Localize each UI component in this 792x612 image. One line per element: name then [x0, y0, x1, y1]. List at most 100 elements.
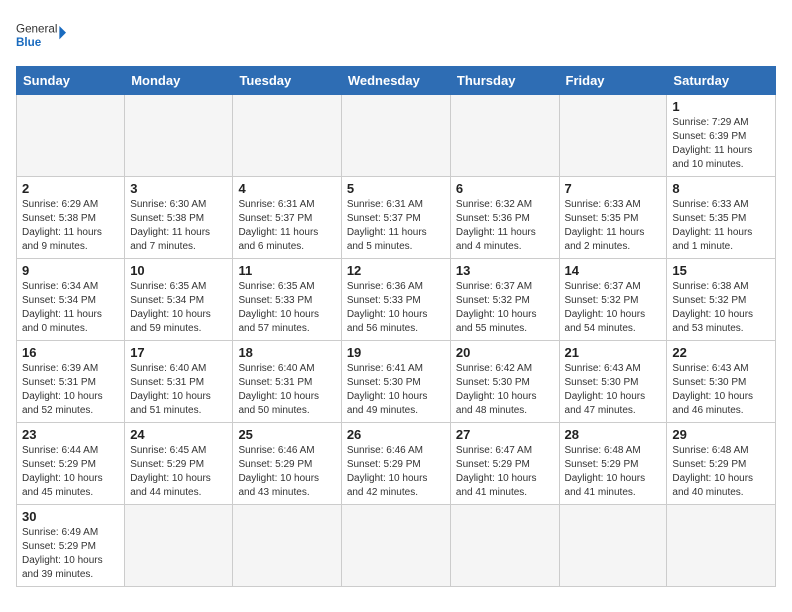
day-info: Sunrise: 6:40 AM Sunset: 5:31 PM Dayligh… — [130, 362, 227, 418]
weekday-tuesday: Tuesday — [233, 67, 341, 95]
day-number: 22 — [672, 345, 770, 360]
weekday-friday: Friday — [559, 67, 667, 95]
day-info: Sunrise: 6:37 AM Sunset: 5:32 PM Dayligh… — [565, 280, 662, 336]
day-info: Sunrise: 6:43 AM Sunset: 5:30 PM Dayligh… — [565, 362, 662, 418]
day-number: 24 — [130, 427, 227, 442]
calendar-cell: 17 Sunrise: 6:40 AM Sunset: 5:31 PM Dayli… — [125, 341, 233, 423]
week-row-1: 1 Sunrise: 7:29 AM Sunset: 6:39 PM Daylig… — [17, 95, 776, 177]
weekday-monday: Monday — [125, 67, 233, 95]
logo: General Blue — [16, 16, 66, 56]
calendar-cell: 21 Sunrise: 6:43 AM Sunset: 5:30 PM Dayli… — [559, 341, 667, 423]
day-number: 5 — [347, 181, 445, 196]
calendar-cell: 4Sunrise: 6:31 AM Sunset: 5:37 PM Daylig… — [233, 177, 341, 259]
day-info: Sunrise: 6:45 AM Sunset: 5:29 PM Dayligh… — [130, 444, 227, 500]
svg-text:General: General — [16, 23, 57, 36]
calendar-cell: 28Sunrise: 6:48 AM Sunset: 5:29 PM Dayli… — [559, 423, 667, 505]
calendar-cell: 14 Sunrise: 6:37 AM Sunset: 5:32 PM Dayli… — [559, 259, 667, 341]
day-number: 20 — [456, 345, 554, 360]
day-info: Sunrise: 6:29 AM Sunset: 5:38 PM Dayligh… — [22, 198, 119, 254]
day-info: Sunrise: 6:48 AM Sunset: 5:29 PM Dayligh… — [672, 444, 770, 500]
calendar-cell: 12 Sunrise: 6:36 AM Sunset: 5:33 PM Dayli… — [341, 259, 450, 341]
day-number: 2 — [22, 181, 119, 196]
calendar-table: SundayMondayTuesdayWednesdayThursdayFrid… — [16, 66, 776, 587]
day-info: Sunrise: 6:33 AM Sunset: 5:35 PM Dayligh… — [672, 198, 770, 254]
calendar-cell: 25 Sunrise: 6:46 AM Sunset: 5:29 PM Dayli… — [233, 423, 341, 505]
day-number: 8 — [672, 181, 770, 196]
calendar-cell — [125, 505, 233, 587]
calendar-cell — [559, 95, 667, 177]
calendar-cell: 7 Sunrise: 6:33 AM Sunset: 5:35 PM Daylig… — [559, 177, 667, 259]
calendar-cell: 5Sunrise: 6:31 AM Sunset: 5:37 PM Daylig… — [341, 177, 450, 259]
day-info: Sunrise: 6:37 AM Sunset: 5:32 PM Dayligh… — [456, 280, 554, 336]
day-number: 7 — [565, 181, 662, 196]
calendar-cell: 8 Sunrise: 6:33 AM Sunset: 5:35 PM Daylig… — [667, 177, 776, 259]
day-number: 25 — [238, 427, 335, 442]
day-info: Sunrise: 6:32 AM Sunset: 5:36 PM Dayligh… — [456, 198, 554, 254]
day-number: 13 — [456, 263, 554, 278]
day-number: 26 — [347, 427, 445, 442]
day-number: 30 — [22, 509, 119, 524]
week-row-5: 23Sunrise: 6:44 AM Sunset: 5:29 PM Dayli… — [17, 423, 776, 505]
calendar-cell: 24 Sunrise: 6:45 AM Sunset: 5:29 PM Dayli… — [125, 423, 233, 505]
day-info: Sunrise: 6:33 AM Sunset: 5:35 PM Dayligh… — [565, 198, 662, 254]
weekday-thursday: Thursday — [450, 67, 559, 95]
day-number: 3 — [130, 181, 227, 196]
day-number: 21 — [565, 345, 662, 360]
calendar-cell: 22Sunrise: 6:43 AM Sunset: 5:30 PM Dayli… — [667, 341, 776, 423]
day-number: 12 — [347, 263, 445, 278]
week-row-3: 9 Sunrise: 6:34 AM Sunset: 5:34 PM Daylig… — [17, 259, 776, 341]
day-info: Sunrise: 6:40 AM Sunset: 5:31 PM Dayligh… — [238, 362, 335, 418]
week-row-6: 30 Sunrise: 6:49 AM Sunset: 5:29 PM Dayli… — [17, 505, 776, 587]
day-info: Sunrise: 6:35 AM Sunset: 5:34 PM Dayligh… — [130, 280, 227, 336]
day-info: Sunrise: 6:39 AM Sunset: 5:31 PM Dayligh… — [22, 362, 119, 418]
calendar-cell: 15Sunrise: 6:38 AM Sunset: 5:32 PM Dayli… — [667, 259, 776, 341]
day-info: Sunrise: 6:30 AM Sunset: 5:38 PM Dayligh… — [130, 198, 227, 254]
day-info: Sunrise: 6:46 AM Sunset: 5:29 PM Dayligh… — [238, 444, 335, 500]
day-number: 1 — [672, 99, 770, 114]
day-info: Sunrise: 6:41 AM Sunset: 5:30 PM Dayligh… — [347, 362, 445, 418]
calendar-cell: 1 Sunrise: 7:29 AM Sunset: 6:39 PM Daylig… — [667, 95, 776, 177]
day-number: 11 — [238, 263, 335, 278]
day-info: Sunrise: 6:38 AM Sunset: 5:32 PM Dayligh… — [672, 280, 770, 336]
day-number: 29 — [672, 427, 770, 442]
calendar-cell: 19 Sunrise: 6:41 AM Sunset: 5:30 PM Dayli… — [341, 341, 450, 423]
day-info: Sunrise: 7:29 AM Sunset: 6:39 PM Dayligh… — [672, 116, 770, 172]
day-info: Sunrise: 6:48 AM Sunset: 5:29 PM Dayligh… — [565, 444, 662, 500]
calendar-cell — [341, 505, 450, 587]
day-info: Sunrise: 6:49 AM Sunset: 5:29 PM Dayligh… — [22, 526, 119, 582]
day-number: 18 — [238, 345, 335, 360]
calendar-cell — [667, 505, 776, 587]
day-number: 17 — [130, 345, 227, 360]
calendar-cell: 16 Sunrise: 6:39 AM Sunset: 5:31 PM Dayli… — [17, 341, 125, 423]
calendar-cell: 11 Sunrise: 6:35 AM Sunset: 5:33 PM Dayli… — [233, 259, 341, 341]
calendar-cell — [341, 95, 450, 177]
week-row-2: 2 Sunrise: 6:29 AM Sunset: 5:38 PM Daylig… — [17, 177, 776, 259]
day-info: Sunrise: 6:36 AM Sunset: 5:33 PM Dayligh… — [347, 280, 445, 336]
calendar-cell: 23Sunrise: 6:44 AM Sunset: 5:29 PM Dayli… — [17, 423, 125, 505]
day-number: 27 — [456, 427, 554, 442]
calendar-cell: 10 Sunrise: 6:35 AM Sunset: 5:34 PM Dayli… — [125, 259, 233, 341]
calendar-cell — [233, 95, 341, 177]
logo-svg: General Blue — [16, 16, 66, 56]
day-info: Sunrise: 6:46 AM Sunset: 5:29 PM Dayligh… — [347, 444, 445, 500]
calendar-cell — [233, 505, 341, 587]
weekday-sunday: Sunday — [17, 67, 125, 95]
day-number: 23 — [22, 427, 119, 442]
calendar-cell: 18 Sunrise: 6:40 AM Sunset: 5:31 PM Dayli… — [233, 341, 341, 423]
calendar-cell — [125, 95, 233, 177]
day-number: 10 — [130, 263, 227, 278]
day-info: Sunrise: 6:34 AM Sunset: 5:34 PM Dayligh… — [22, 280, 119, 336]
weekday-header-row: SundayMondayTuesdayWednesdayThursdayFrid… — [17, 67, 776, 95]
day-number: 16 — [22, 345, 119, 360]
day-number: 19 — [347, 345, 445, 360]
day-number: 9 — [22, 263, 119, 278]
day-info: Sunrise: 6:35 AM Sunset: 5:33 PM Dayligh… — [238, 280, 335, 336]
day-info: Sunrise: 6:42 AM Sunset: 5:30 PM Dayligh… — [456, 362, 554, 418]
day-number: 14 — [565, 263, 662, 278]
day-info: Sunrise: 6:47 AM Sunset: 5:29 PM Dayligh… — [456, 444, 554, 500]
calendar-cell — [450, 95, 559, 177]
calendar-cell: 9 Sunrise: 6:34 AM Sunset: 5:34 PM Daylig… — [17, 259, 125, 341]
weekday-wednesday: Wednesday — [341, 67, 450, 95]
calendar-cell — [450, 505, 559, 587]
week-row-4: 16 Sunrise: 6:39 AM Sunset: 5:31 PM Dayli… — [17, 341, 776, 423]
